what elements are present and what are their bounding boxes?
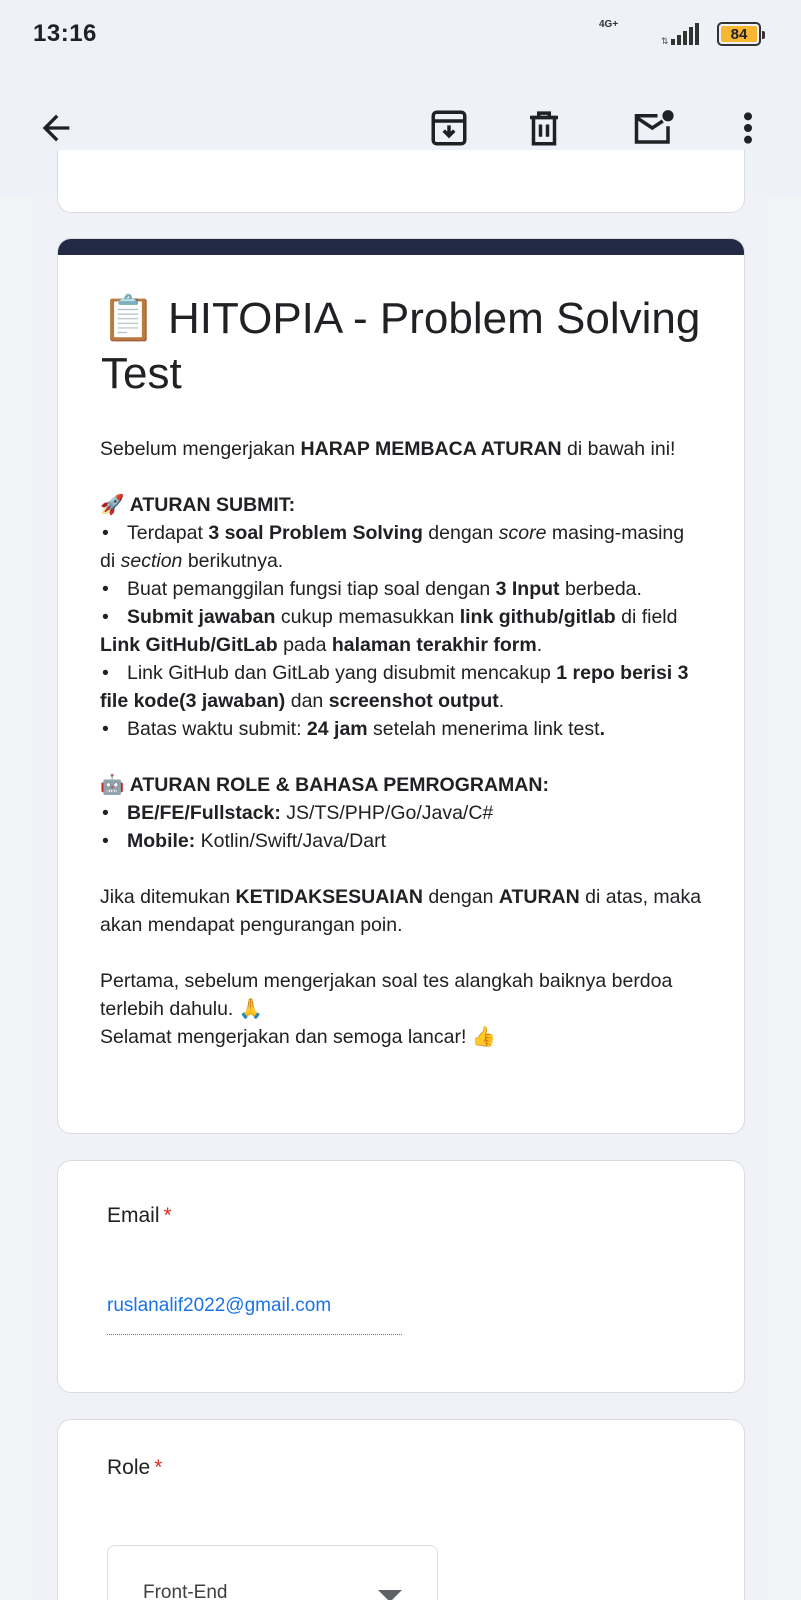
role-question-label: Role * <box>107 1456 163 1479</box>
mark-unread-icon <box>634 110 674 144</box>
role-rule-be: • BE/FE/Fullstack: JS/TS/PHP/Go/Java/C# <box>102 802 494 824</box>
email-question-card: Email * ruslanalif2022@gmail.com <box>57 1160 745 1393</box>
status-bar: 13:16 4G+ ⇅ 84 <box>0 0 801 72</box>
role-selected-value: Front-End <box>143 1582 228 1600</box>
delete-button[interactable] <box>518 102 570 154</box>
role-rule-mobile: • Mobile: Kotlin/Swift/Java/Dart <box>102 830 386 852</box>
form-title: 📋 HITOPIA - Problem Solving Test <box>101 291 704 401</box>
closing-line-2: Selamat mengerjakan dan semoga lancar! 👍 <box>100 1026 497 1048</box>
battery-level: 84 <box>721 26 757 43</box>
role-heading: 🤖 ATURAN ROLE & BAHASA PEMROGRAMAN: <box>100 774 549 796</box>
archive-icon <box>431 110 467 146</box>
delete-icon <box>530 111 558 146</box>
arrow-back-icon <box>42 114 70 142</box>
submit-rule-4: • Link GitHub dan GitLab yang disubmit me… <box>100 662 689 712</box>
submit-rule-1: • Terdapat 3 soal Problem Solving dengan … <box>100 522 685 572</box>
back-button[interactable] <box>30 102 82 154</box>
archive-button[interactable] <box>423 102 475 154</box>
role-dropdown[interactable]: Front-End <box>107 1545 438 1600</box>
dropdown-arrow-icon <box>378 1590 402 1600</box>
battery-icon: 84 <box>717 22 765 46</box>
required-mark: * <box>163 1204 172 1227</box>
submit-heading: 🚀 ATURAN SUBMIT: <box>100 494 296 516</box>
email-field[interactable]: ruslanalif2022@gmail.com <box>107 1295 331 1317</box>
submit-rule-5: • Batas waktu submit: 24 jam setelah mene… <box>102 718 605 740</box>
submit-rule-2: • Buat pemanggilan fungsi tiap soal denga… <box>102 578 642 600</box>
previous-card <box>57 150 745 213</box>
status-icons: 4G+ ⇅ 84 <box>599 19 765 48</box>
submit-rule-3: • Submit jawaban cukup memasukkan link gi… <box>100 606 678 656</box>
form-title-text: HITOPIA - Problem Solving Test <box>101 294 701 398</box>
intro-line: Sebelum mengerjakan HARAP MEMBACA ATURAN… <box>100 438 676 460</box>
status-time: 13:16 <box>33 20 97 47</box>
robot-icon: 🤖 <box>100 774 125 796</box>
network-type: 4G+ <box>599 19 619 30</box>
signal-icon: ⇅ <box>661 23 699 47</box>
role-question-card: Role * Front-End <box>57 1419 745 1600</box>
mark-unread-button[interactable] <box>628 102 680 154</box>
clipboard-icon: 📋 <box>101 294 156 343</box>
form-description: Sebelum mengerjakan HARAP MEMBACA ATURAN… <box>100 435 704 1051</box>
svg-text:⇅: ⇅ <box>661 37 669 47</box>
required-mark: * <box>154 1456 163 1479</box>
more-options-button[interactable] <box>722 102 774 154</box>
form-accent-strip <box>58 239 744 255</box>
form-header-card: 📋 HITOPIA - Problem Solving Test Sebelum… <box>57 238 745 1134</box>
email-field-underline <box>107 1334 402 1335</box>
more-vert-icon <box>744 112 752 144</box>
email-question-label: Email * <box>107 1204 172 1227</box>
rocket-icon: 🚀 <box>100 494 125 516</box>
closing-line-1: Pertama, sebelum mengerjakan soal tes al… <box>100 970 673 1020</box>
warning-text: Jika ditemukan KETIDAKSESUAIAN dengan AT… <box>100 886 702 936</box>
